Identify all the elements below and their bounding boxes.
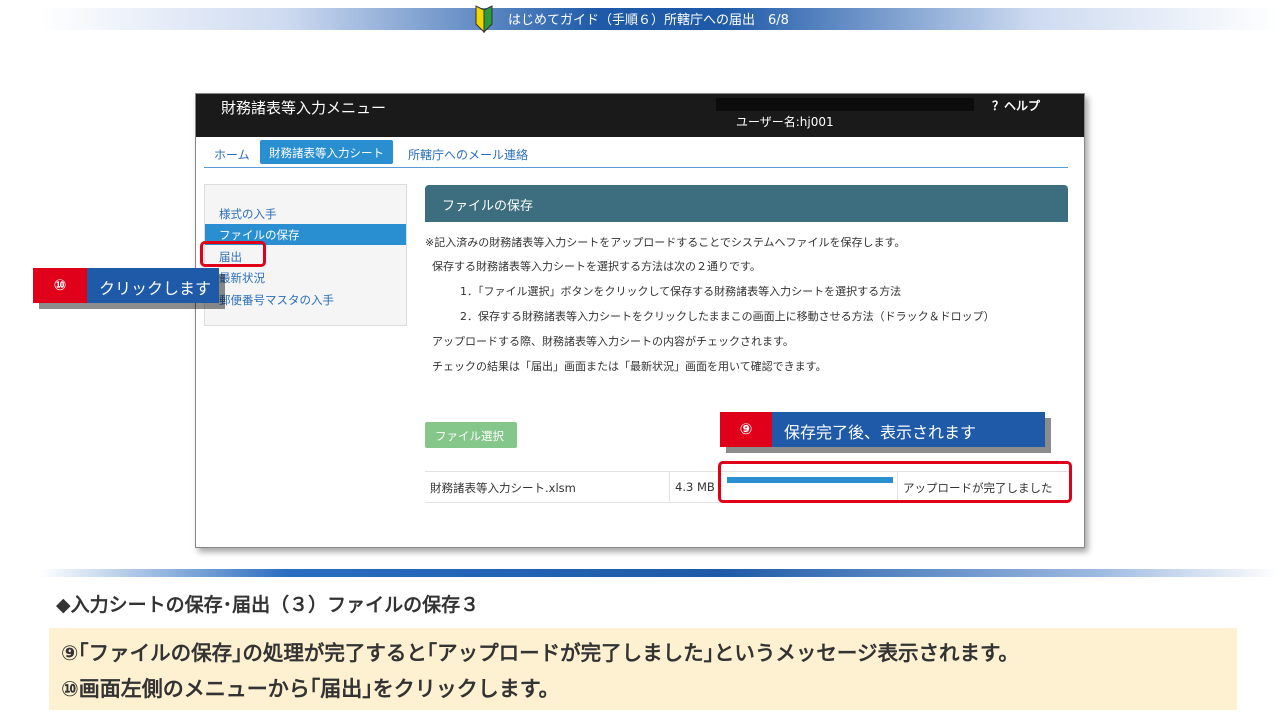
description-line: 1．「ファイル選択」ボタンをクリックして保存する財務諸表等入力シートを選択する方… <box>460 285 902 298</box>
banner-title: はじめてガイド（手順６）所轄庁への届出 6/8 <box>508 13 789 28</box>
note-line: ⑨｢ファイルの保存｣の処理が完了すると｢アップロードが完了しました｣というメッセ… <box>61 641 1019 665</box>
callout-step10-number: ⑩ <box>33 268 87 303</box>
description-line: チェックの結果は「届出」画面または「最新状況」画面を用いて確認できます。 <box>432 360 827 373</box>
description-line: 2．保存する財務諸表等入力シートをクリックしたままこの画面上に移動させる方法（ド… <box>460 310 995 323</box>
highlight-submit-box <box>200 241 266 267</box>
note-line: ⑩画面左側のメニューから｢届出｣をクリックします。 <box>61 677 560 701</box>
side-item-status[interactable]: 最新状況 <box>205 267 406 288</box>
callout-step9-text: 保存完了後、表示されます <box>772 412 1045 447</box>
description-line: ※記入済みの財務諸表等入力シートをアップロードすることでシステムへファイルを保存… <box>425 236 906 249</box>
callout-step10-text: クリックします <box>87 268 219 303</box>
nav-home[interactable]: ホーム <box>214 146 250 163</box>
nav-mail[interactable]: 所轄庁へのメール連絡 <box>408 146 528 163</box>
main-nav: ホーム 財務諸表等入力シート 所轄庁へのメール連絡 <box>204 140 1068 168</box>
panel-title: ファイルの保存 <box>425 185 1068 222</box>
note-box: ⑨｢ファイルの保存｣の処理が完了すると｢アップロードが完了しました｣というメッセ… <box>49 628 1237 710</box>
help-link[interactable]: ？ヘルプ <box>992 97 1040 114</box>
highlight-status-box <box>718 461 1072 503</box>
user-name: ユーザー名:hj001 <box>736 115 834 129</box>
app-title: 財務諸表等入力メニュー <box>221 99 387 117</box>
callout-step10: ⑩ クリックします <box>33 268 219 303</box>
nav-sheet[interactable]: 財務諸表等入力シート <box>260 140 393 164</box>
callout-step9: ⑨ 保存完了後、表示されます <box>720 412 1045 447</box>
side-item-postal[interactable]: 郵便番号マスタの入手 <box>205 289 406 310</box>
file-select-button[interactable]: ファイル選択 <box>425 422 517 448</box>
side-item-format[interactable]: 様式の入手 <box>205 203 406 224</box>
section-divider <box>40 569 1280 577</box>
description-line: アップロードする際、財務諸表等入力シートの内容がチェックされます。 <box>432 335 794 348</box>
beginner-mark-icon <box>475 5 493 34</box>
callout-step9-number: ⑨ <box>720 412 772 447</box>
section-heading: ◆入力シートの保存･届出（３）ファイルの保存３ <box>56 594 480 616</box>
upload-file-name: 財務諸表等入力シート.xlsm <box>430 481 576 495</box>
upload-file-size: 4.3 MB <box>669 472 721 502</box>
redacted-area <box>716 98 974 111</box>
app-header: 財務諸表等入力メニュー ユーザー名:hj001 ？ヘルプ <box>196 94 1084 137</box>
description-line: 保存する財務諸表等入力シートを選択する方法は次の２通りです。 <box>432 260 761 273</box>
